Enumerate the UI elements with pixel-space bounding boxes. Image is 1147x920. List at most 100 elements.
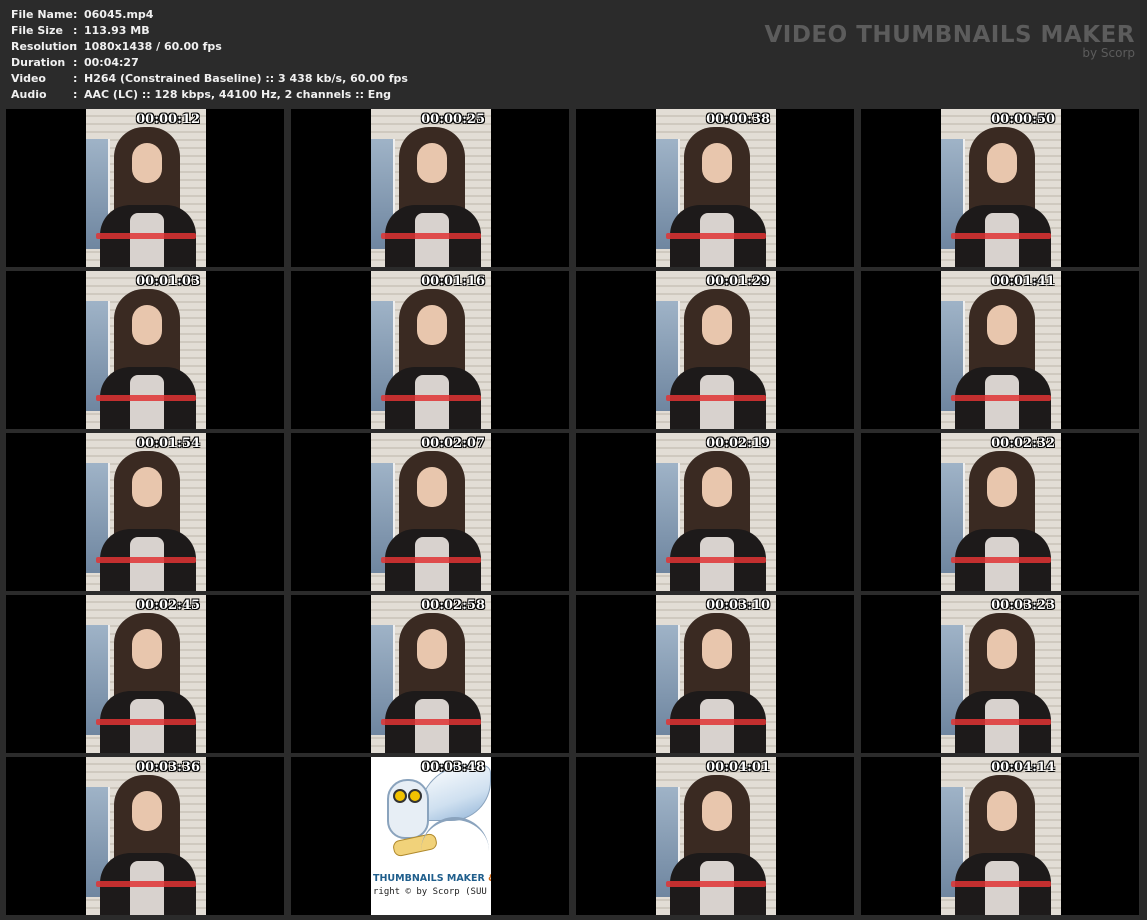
person-top [130, 537, 164, 591]
thumbnail-frame: 00:01:03 [86, 271, 206, 429]
person-face [132, 791, 162, 831]
info-value: H264 (Constrained Baseline) :: 3 438 kb/… [84, 72, 408, 85]
subtitle-caption [666, 719, 766, 725]
timestamp: 00:02:07 [421, 436, 485, 451]
person-top [985, 537, 1019, 591]
info-key: Video [11, 72, 46, 85]
person-face [987, 143, 1017, 183]
info-key: Audio [11, 88, 47, 101]
thumbnail-frame: 00:04:01 [656, 757, 776, 915]
person-top [130, 861, 164, 915]
timestamp: 00:03:36 [136, 760, 200, 775]
info-separator: : [73, 40, 78, 53]
thumbnail-cell: 00:00:25 [291, 109, 569, 267]
thumbnail-cell: 00:00:12 [6, 109, 284, 267]
timestamp: 00:02:32 [991, 436, 1055, 451]
timestamp: 00:04:14 [991, 760, 1055, 775]
thumbnail-cell: 00:02:58 [291, 595, 569, 753]
thumbnail-frame: 00:00:50 [941, 109, 1061, 267]
info-row-audio: Audio: AAC (LC) :: 128 kbps, 44100 Hz, 2 … [11, 87, 408, 103]
thumbnail-cell: 00:01:54 [6, 433, 284, 591]
thumbnail-cell: 00:01:41 [861, 271, 1139, 429]
person-top [700, 699, 734, 753]
thumbnail-frame: 00:00:25 [371, 109, 491, 267]
person-face [702, 629, 732, 669]
timestamp: 00:00:38 [706, 112, 770, 127]
owl-eye-right [408, 789, 422, 803]
info-row-file-name: File Name: 06045.mp4 [11, 7, 408, 23]
thumbnail-frame: 00:00:38 [656, 109, 776, 267]
person-face [132, 305, 162, 345]
thumbnail-cell: 00:03:23 [861, 595, 1139, 753]
info-row-video: Video: H264 (Constrained Baseline) :: 3 4… [11, 71, 408, 87]
thumbnail-cell: 00:04:14 [861, 757, 1139, 915]
subtitle-caption [951, 881, 1051, 887]
person-top [415, 537, 449, 591]
timestamp: 00:02:45 [136, 598, 200, 613]
subtitle-caption [666, 395, 766, 401]
timestamp: 00:00:12 [136, 112, 200, 127]
subtitle-caption [951, 557, 1051, 563]
timestamp: 00:00:25 [421, 112, 485, 127]
thumbnail-cell: THUMBNAILS MAKER & A right © by Scorp (SU… [291, 757, 569, 915]
timestamp: 00:03:10 [706, 598, 770, 613]
thumbnail-frame: 00:02:32 [941, 433, 1061, 591]
thumbnail-cell: 00:02:45 [6, 595, 284, 753]
timestamp: 00:01:29 [706, 274, 770, 289]
person-top [700, 375, 734, 429]
person-face [132, 629, 162, 669]
thumbnail-frame: 00:00:12 [86, 109, 206, 267]
subtitle-caption [381, 557, 481, 563]
subtitle-caption [951, 719, 1051, 725]
info-row-file-size: File Size:113.93 MB [11, 23, 408, 39]
thumbnail-frame: 00:01:29 [656, 271, 776, 429]
thumbnail-cell: 00:01:29 [576, 271, 854, 429]
brand-watermark: VIDEO THUMBNAILS MAKER by Scorp [764, 22, 1135, 59]
person-face [417, 467, 447, 507]
person-face [987, 305, 1017, 345]
person-top [700, 213, 734, 267]
thumbnail-cell: 00:03:36 [6, 757, 284, 915]
info-key: File Name [11, 8, 73, 21]
info-key: File Size [11, 24, 63, 37]
subtitle-caption [666, 881, 766, 887]
thumbnail-frame: 00:04:14 [941, 757, 1061, 915]
person-top [700, 861, 734, 915]
info-key: Resolution [11, 40, 78, 53]
thumbnail-cell: 00:01:16 [291, 271, 569, 429]
thumbnail-cell: 00:02:07 [291, 433, 569, 591]
file-info: File Name: 06045.mp4 File Size:113.93 MB … [11, 7, 408, 103]
info-value: 113.93 MB [84, 24, 150, 37]
person-top [985, 699, 1019, 753]
subtitle-caption [381, 233, 481, 239]
subtitle-caption [96, 395, 196, 401]
info-separator: : [73, 8, 78, 21]
thumbnail-frame: 00:01:41 [941, 271, 1061, 429]
brand-title: VIDEO THUMBNAILS MAKER [764, 22, 1135, 48]
logo-text-line1: THUMBNAILS MAKER & A [373, 873, 491, 884]
person-face [987, 791, 1017, 831]
owl-body [387, 779, 429, 839]
subtitle-caption [951, 395, 1051, 401]
person-face [132, 143, 162, 183]
person-top [985, 375, 1019, 429]
thumbnail-cell: 00:03:10 [576, 595, 854, 753]
person-top [130, 699, 164, 753]
person-top [130, 213, 164, 267]
info-key: Duration [11, 56, 66, 69]
person-face [417, 305, 447, 345]
thumbnail-frame: 00:02:58 [371, 595, 491, 753]
person-face [702, 143, 732, 183]
info-separator: : [73, 24, 78, 37]
info-value: 1080x1438 / 60.00 fps [84, 40, 222, 53]
logo-text-main: THUMBNAILS MAKER [373, 873, 489, 884]
subtitle-caption [96, 233, 196, 239]
timestamp: 00:02:19 [706, 436, 770, 451]
thumbnail-frame: 00:01:54 [86, 433, 206, 591]
info-separator: : [73, 88, 78, 101]
person-face [702, 791, 732, 831]
subtitle-caption [96, 881, 196, 887]
info-value: AAC (LC) :: 128 kbps, 44100 Hz, 2 channe… [84, 88, 392, 101]
swoosh-line [421, 817, 489, 860]
brand-subtitle: by Scorp [1082, 46, 1135, 60]
